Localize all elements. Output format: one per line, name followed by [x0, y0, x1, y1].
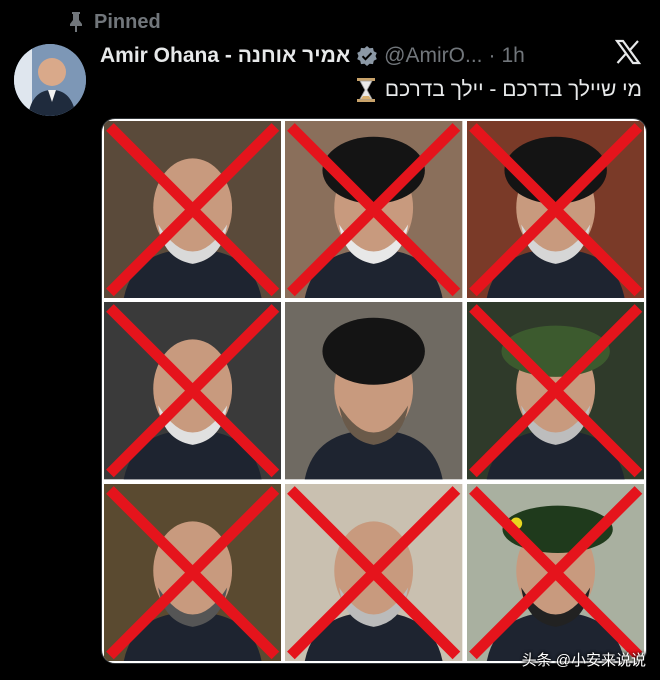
- verified-badge-icon: [357, 46, 377, 66]
- pinned-indicator: Pinned: [68, 8, 161, 36]
- media-cell[interactable]: [104, 302, 282, 480]
- tweet-time[interactable]: 1h: [502, 44, 525, 68]
- red-x-mark: [287, 485, 461, 659]
- watermark-text: 头条 @小安来说说: [521, 652, 646, 669]
- media-cell[interactable]: [285, 483, 463, 661]
- media-cell[interactable]: [104, 483, 282, 661]
- author-avatar[interactable]: [14, 44, 86, 116]
- media-cell[interactable]: [104, 121, 282, 299]
- tweet-text-row: מי שיילך בדרכם - יילך בדרכם: [355, 74, 642, 106]
- hourglass-icon: [356, 78, 375, 102]
- red-x-mark: [468, 123, 642, 297]
- red-x-mark: [106, 485, 280, 659]
- red-x-mark: [468, 304, 642, 478]
- red-x-mark: [106, 304, 280, 478]
- avatar-image: [14, 44, 86, 116]
- media-cell[interactable]: [466, 302, 644, 480]
- portrait-image: [285, 302, 463, 480]
- red-x-mark: [468, 485, 642, 659]
- tweet-text: מי שיילך בדרכם - יילך בדרכם: [384, 78, 642, 101]
- x-logo-icon[interactable]: [614, 38, 642, 66]
- media-cell[interactable]: [466, 483, 644, 661]
- media-cell[interactable]: [285, 121, 463, 299]
- pinned-label: Pinned: [94, 10, 161, 33]
- media-cell[interactable]: [466, 121, 644, 299]
- header-separator: ·: [488, 44, 496, 67]
- red-x-mark: [106, 123, 280, 297]
- media-grid[interactable]: [101, 118, 647, 664]
- media-cell[interactable]: [285, 302, 463, 480]
- author-name[interactable]: Amir Ohana - אמיר אוחנה: [100, 44, 350, 68]
- author-handle[interactable]: @AmirO...: [384, 44, 482, 68]
- tweet-header: Amir Ohana - אמיר אוחנה @AmirO... · 1h: [100, 40, 525, 72]
- red-x-mark: [287, 123, 461, 297]
- pin-icon: [70, 12, 82, 32]
